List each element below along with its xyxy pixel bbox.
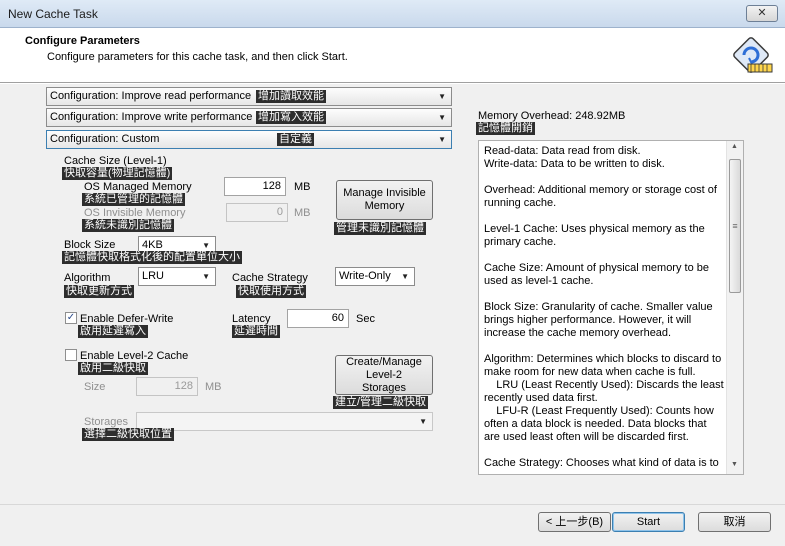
cache-chip-icon xyxy=(733,37,773,73)
close-icon: ✕ xyxy=(757,7,767,19)
chevron-down-icon: ▼ xyxy=(401,272,409,281)
manage-level2-annotation: 建立/管理二級快取 xyxy=(333,396,429,409)
help-scrollbar[interactable]: ▲ ≡ ▼ xyxy=(726,141,743,474)
latency-unit: Sec xyxy=(356,313,375,325)
cache-size-label: Cache Size (Level-1) xyxy=(64,155,167,167)
scroll-thumb[interactable]: ≡ xyxy=(729,159,741,293)
start-button[interactable]: Start xyxy=(612,512,685,532)
block-size-value: 4KB xyxy=(142,239,163,251)
back-button-label: < 上一步(B) xyxy=(545,515,604,528)
preset-write-annotation: 增加寫入效能 xyxy=(256,111,326,124)
os-managed-unit: MB xyxy=(294,181,311,193)
os-invisible-annotation: 系統未識別記憶體 xyxy=(82,219,174,232)
manage-invisible-annotation: 管理未識別記憶體 xyxy=(334,222,426,235)
algorithm-label: Algorithm xyxy=(64,272,111,284)
preset-write-label: Configuration: Improve write performance xyxy=(50,111,253,123)
check-icon: ✓ xyxy=(66,312,76,323)
cancel-button-label: 取消 xyxy=(723,515,746,528)
defer-write-checkbox[interactable]: ✓ xyxy=(65,312,77,324)
preset-read-label: Configuration: Improve read performance xyxy=(50,90,252,102)
chevron-down-icon: ▼ xyxy=(419,417,427,426)
algorithm-annotation: 快取更新方式 xyxy=(64,285,134,298)
storages-annotation: 選擇二級快取位置 xyxy=(82,428,174,441)
cache-strategy-annotation: 快取使用方式 xyxy=(236,285,306,298)
help-text-box[interactable]: Read-data: Data read from disk. Write-da… xyxy=(478,140,744,475)
chevron-down-icon: ▼ xyxy=(438,113,446,122)
window-title: New Cache Task xyxy=(8,7,98,21)
preset-read-annotation: 增加讀取效能 xyxy=(256,90,326,103)
chevron-down-icon: ▼ xyxy=(202,272,210,281)
level2-size-label: Size xyxy=(84,381,106,393)
storages-label: Storages xyxy=(84,416,129,428)
manage-invisible-button[interactable]: Manage Invisible Memory xyxy=(336,180,433,220)
os-invisible-label: OS Invisible Memory xyxy=(84,207,186,219)
level2-size-input: 128 xyxy=(136,377,198,396)
scroll-down-icon[interactable]: ▼ xyxy=(731,461,738,468)
help-text: Read-data: Data read from disk. Write-da… xyxy=(484,145,724,469)
cancel-button[interactable]: 取消 xyxy=(698,512,771,532)
preset-custom-combo[interactable]: Configuration: Custom ▼ xyxy=(46,130,452,149)
chevron-down-icon: ▼ xyxy=(438,135,446,144)
latency-input[interactable]: 60 xyxy=(287,309,349,328)
memory-overhead-label: Memory Overhead: 248.92MB xyxy=(478,110,626,122)
preset-custom-annotation: 自定義 xyxy=(277,133,314,146)
cache-strategy-label: Cache Strategy xyxy=(232,272,308,284)
start-button-label: Start xyxy=(636,515,661,528)
preset-read-combo[interactable]: Configuration: Improve read performance … xyxy=(46,87,452,106)
os-managed-input[interactable]: 128 xyxy=(224,177,286,196)
level2-annotation: 啟用二級快取 xyxy=(78,362,148,375)
os-managed-label: OS Managed Memory xyxy=(84,181,192,193)
cache-size-annotation: 快取容量(物理記憶體) xyxy=(62,167,173,180)
level2-size-unit: MB xyxy=(205,381,222,393)
scroll-up-icon[interactable]: ▲ xyxy=(731,143,738,150)
title-bar xyxy=(0,0,785,28)
manage-level2-button[interactable]: Create/Manage Level-2 Storages xyxy=(335,355,433,395)
chevron-down-icon: ▼ xyxy=(438,92,446,101)
block-size-label: Block Size xyxy=(64,239,116,251)
preset-custom-label: Configuration: Custom xyxy=(50,133,160,145)
manage-level2-label: Create/Manage Level-2 Storages xyxy=(346,355,422,394)
latency-annotation: 延遲時間 xyxy=(232,325,280,338)
level2-label: Enable Level-2 Cache xyxy=(80,350,189,362)
defer-write-annotation: 啟用延遲寫入 xyxy=(78,325,148,338)
manage-invisible-label: Manage Invisible Memory xyxy=(343,187,426,212)
storages-select: ▼ xyxy=(136,412,433,431)
cache-strategy-value: Write-Only xyxy=(339,270,391,282)
cache-strategy-select[interactable]: Write-Only ▼ xyxy=(335,267,415,286)
latency-label: Latency xyxy=(232,313,271,325)
block-size-annotation: 記憶體快取格式化後的配置單位大小 xyxy=(62,251,242,264)
defer-write-label: Enable Defer-Write xyxy=(80,313,174,325)
algorithm-select[interactable]: LRU ▼ xyxy=(138,267,216,286)
memory-overhead-annotation: 記憶體開銷 xyxy=(476,122,535,135)
back-button[interactable]: < 上一步(B) xyxy=(538,512,611,532)
preset-write-combo[interactable]: Configuration: Improve write performance… xyxy=(46,108,452,127)
close-button[interactable]: ✕ xyxy=(746,5,778,22)
page-title: Configure Parameters xyxy=(25,35,140,47)
level2-checkbox[interactable] xyxy=(65,349,77,361)
os-invisible-unit: MB xyxy=(294,207,311,219)
os-managed-annotation: 系統已管理的記憶體 xyxy=(82,193,185,206)
os-invisible-input: 0 xyxy=(226,203,288,222)
algorithm-value: LRU xyxy=(142,270,165,282)
page-subtitle: Configure parameters for this cache task… xyxy=(47,51,348,63)
